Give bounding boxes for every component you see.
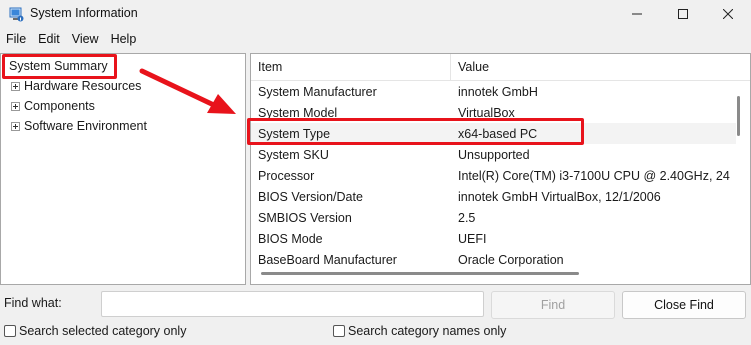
category-tree[interactable]: System Summary Hardware Resources Compon… xyxy=(0,53,246,285)
expand-plus-icon[interactable] xyxy=(11,81,20,91)
expand-plus-icon[interactable] xyxy=(11,101,20,111)
minimize-icon xyxy=(632,13,642,15)
tree-item-software-environment[interactable]: Software Environment xyxy=(11,116,147,136)
row-item: System SKU xyxy=(258,147,329,162)
row-item: SMBIOS Version xyxy=(258,210,352,225)
highlight-box-system-summary xyxy=(2,54,117,79)
row-value: Unsupported xyxy=(458,147,530,162)
list-rows: System Manufacturer innotek GmbH System M… xyxy=(251,81,736,270)
table-row[interactable]: BIOS Version/Date innotek GmbH VirtualBox… xyxy=(251,186,736,207)
tree-item-hardware-resources[interactable]: Hardware Resources xyxy=(11,76,141,96)
search-category-names-option[interactable]: Search category names only xyxy=(333,323,506,339)
tree-item-label: Software Environment xyxy=(24,119,147,133)
table-row[interactable]: SMBIOS Version 2.5 xyxy=(251,207,736,228)
row-item: BaseBoard Manufacturer xyxy=(258,252,397,267)
table-row[interactable]: BIOS Mode UEFI xyxy=(251,228,736,249)
row-item: BIOS Version/Date xyxy=(258,189,363,204)
menu-file[interactable]: File xyxy=(0,30,32,48)
search-selected-category-option[interactable]: Search selected category only xyxy=(4,323,186,339)
tree-item-label: Components xyxy=(24,99,95,113)
title-bar: System Information xyxy=(0,0,751,28)
column-header-value[interactable]: Value xyxy=(451,54,750,81)
row-value: innotek GmbH xyxy=(458,84,538,99)
maximize-button[interactable] xyxy=(660,0,706,28)
close-icon xyxy=(723,9,733,19)
table-row[interactable]: BaseBoard Manufacturer Oracle Corporation xyxy=(251,249,736,270)
menu-edit[interactable]: Edit xyxy=(32,30,66,48)
window-title: System Information xyxy=(30,6,138,20)
row-item: System Manufacturer xyxy=(258,84,377,99)
search-selected-category-label: Search selected category only xyxy=(19,324,187,338)
list-header: Item Value xyxy=(251,54,750,81)
tree-item-label: Hardware Resources xyxy=(24,79,142,93)
row-value: UEFI xyxy=(458,231,487,246)
find-button[interactable]: Find xyxy=(491,291,615,319)
search-selected-category-checkbox[interactable] xyxy=(4,325,16,337)
maximize-icon xyxy=(678,9,688,19)
find-what-label: Find what: xyxy=(4,296,62,310)
tree-item-components[interactable]: Components xyxy=(11,96,95,116)
search-category-names-checkbox[interactable] xyxy=(333,325,345,337)
highlight-box-system-type xyxy=(247,118,584,145)
table-row[interactable]: System Manufacturer innotek GmbH xyxy=(251,81,736,102)
menu-bar: File Edit View Help xyxy=(0,30,142,48)
details-list[interactable]: Item Value System Manufacturer innotek Gm… xyxy=(250,53,751,285)
expand-plus-icon[interactable] xyxy=(11,121,20,131)
row-item: Processor xyxy=(258,168,315,183)
row-value: Intel(R) Core(TM) i3-7100U CPU @ 2.40GHz… xyxy=(458,168,730,183)
system-information-app-icon xyxy=(9,7,24,22)
close-window-button[interactable] xyxy=(705,0,751,28)
menu-view[interactable]: View xyxy=(66,30,105,48)
table-row[interactable]: Processor Intel(R) Core(TM) i3-7100U CPU … xyxy=(251,165,736,186)
minimize-button[interactable] xyxy=(614,0,660,28)
row-item: BIOS Mode xyxy=(258,231,323,246)
vertical-scrollbar[interactable] xyxy=(737,96,740,136)
row-value: 2.5 xyxy=(458,210,476,225)
row-value: innotek GmbH VirtualBox, 12/1/2006 xyxy=(458,189,661,204)
row-value: Oracle Corporation xyxy=(458,252,564,267)
search-category-names-label: Search category names only xyxy=(348,324,507,338)
horizontal-scrollbar[interactable] xyxy=(261,272,579,275)
close-find-button[interactable]: Close Find xyxy=(622,291,746,319)
table-row[interactable]: System SKU Unsupported xyxy=(251,144,736,165)
menu-help[interactable]: Help xyxy=(105,30,143,48)
find-what-input[interactable] xyxy=(101,291,484,317)
column-header-item[interactable]: Item xyxy=(251,54,451,81)
